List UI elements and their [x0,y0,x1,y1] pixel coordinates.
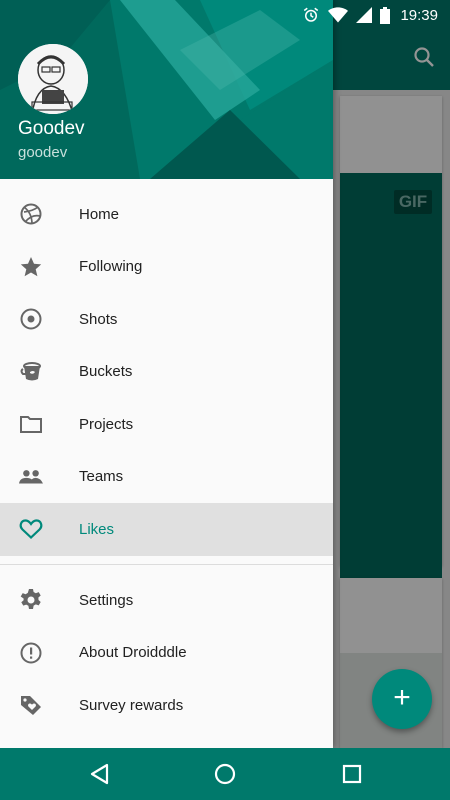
battery-icon [380,6,391,24]
wifi-icon [328,7,349,23]
add-fab-button[interactable]: + [372,669,432,729]
status-icons: 19:39 [302,4,438,26]
menu-item-label: Home [79,205,120,223]
target-icon [19,307,43,331]
status-bar: 19:39 [0,0,450,29]
menu-item-label: Settings [79,591,134,609]
user-avatar-icon [18,44,88,114]
people-icon [19,465,43,489]
basketball-icon [19,202,43,226]
menu-item-label: Survey rewards [79,696,184,714]
user-handle: goodev [18,144,68,161]
menu-item-settings[interactable]: Settings [0,574,333,627]
avatar[interactable] [18,44,88,114]
menu-item-label: Teams [79,468,124,486]
menu-item-label: Projects [79,415,134,433]
info-alert-icon [19,641,43,665]
menu-item-label: Shots [79,310,118,328]
user-name: Goodev [18,118,85,139]
star-icon [19,255,43,279]
navigation-drawer: Goodev goodev Home Following Shots Bucke… [0,0,333,748]
menu-item-about[interactable]: About Droidddle [0,627,333,680]
menu-item-label: Buckets [79,363,133,381]
menu-item-label: Following [79,258,143,276]
menu-item-label: About Droidddle [79,644,187,662]
menu-item-label: Likes [79,520,115,538]
menu-item-projects[interactable]: Projects [0,398,333,451]
tag-heart-icon [19,693,43,717]
alarm-icon [304,7,319,22]
menu-item-home[interactable]: Home [0,188,333,241]
gear-icon [19,588,43,612]
home-icon[interactable] [213,762,237,786]
recents-icon[interactable] [340,762,364,786]
heart-icon [19,517,43,541]
status-time: 19:39 [400,6,438,24]
menu-item-shots[interactable]: Shots [0,293,333,346]
menu-item-teams[interactable]: Teams [0,451,333,504]
back-icon[interactable] [88,762,112,786]
folder-icon [19,412,43,436]
primary-menu: Home Following Shots Buckets Projects Te… [0,188,333,556]
bucket-icon [19,360,43,384]
menu-item-survey-rewards[interactable]: Survey rewards [0,679,333,732]
menu-divider [0,564,333,565]
cell-signal-icon [356,7,373,23]
system-nav-bar [0,748,450,800]
menu-item-following[interactable]: Following [0,241,333,294]
menu-item-likes[interactable]: Likes [0,503,333,556]
menu-item-buckets[interactable]: Buckets [0,346,333,399]
secondary-menu: Settings About Droidddle Survey rewards [0,574,333,732]
